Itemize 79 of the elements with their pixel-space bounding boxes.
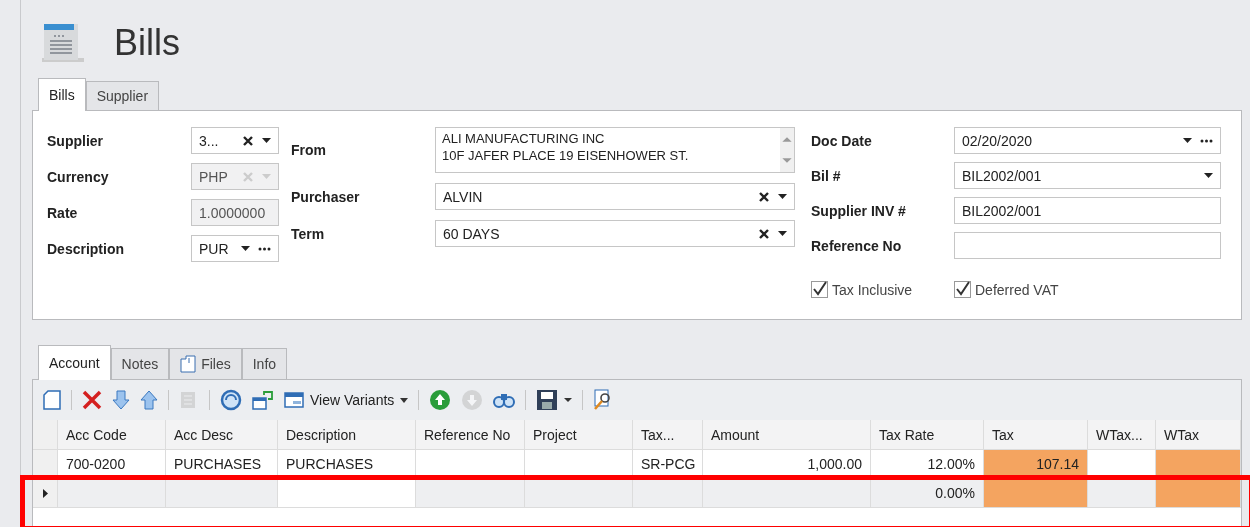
arrow-up-icon[interactable] <box>140 390 158 410</box>
tab[interactable]: Info <box>241 348 288 379</box>
scrollbar-icon[interactable] <box>780 128 794 172</box>
field-label: Doc Date <box>811 132 873 149</box>
combo-field[interactable]: 02/20/2020 <box>954 127 1221 154</box>
address-line: 10F JAFER PLACE 19 EISENHOWER ST. <box>442 147 690 164</box>
current-row-icon <box>42 488 48 498</box>
dropdown-caret-icon[interactable] <box>262 137 271 144</box>
address-line: ALI MANUFACTURING INC <box>442 130 606 147</box>
column-header[interactable]: WTax... <box>1088 420 1156 449</box>
field-label: Reference No <box>811 237 903 254</box>
save-icon[interactable] <box>536 389 573 411</box>
table-cell: 1,000.00 <box>703 450 871 478</box>
field-label: Supplier INV # <box>811 202 907 219</box>
dropdown-caret-icon[interactable] <box>778 230 787 237</box>
field-label: From <box>291 142 327 158</box>
checkbox-label: Deferred VAT <box>975 281 1059 298</box>
column-header[interactable]: WTax <box>1156 420 1241 449</box>
view-variants-button[interactable]: View Variants <box>284 391 409 409</box>
field-label: Rate <box>47 204 79 221</box>
tab[interactable]: Account <box>38 345 111 380</box>
column-header[interactable]: Tax Rate <box>871 420 984 449</box>
dropdown-caret-icon[interactable] <box>778 193 787 200</box>
combo-field[interactable]: BIL2002/001 <box>954 197 1221 224</box>
dropdown-caret-icon[interactable] <box>1204 172 1213 179</box>
field-label: Description <box>47 240 125 257</box>
document-icon <box>40 22 84 64</box>
checkbox[interactable]: Deferred VAT <box>954 281 1097 298</box>
caret-icon <box>400 397 409 403</box>
column-header[interactable]: Acc Desc <box>166 420 278 449</box>
arrow-down-icon[interactable] <box>112 390 130 410</box>
checkbox-icon[interactable] <box>811 281 828 298</box>
combo-field[interactable]: 3... <box>191 127 279 154</box>
restore-window-icon[interactable] <box>252 390 274 410</box>
table-cell: PURCHASES <box>278 450 416 478</box>
clear-icon[interactable] <box>758 190 770 203</box>
combo-field[interactable]: BIL2002/001 <box>954 162 1221 189</box>
column-header[interactable]: Acc Code <box>58 420 166 449</box>
refresh-icon[interactable] <box>220 389 242 411</box>
binoculars-icon[interactable] <box>493 391 516 409</box>
combo-field[interactable]: ALVIN <box>435 183 795 210</box>
combo-field[interactable]: 60 DAYS <box>435 220 795 247</box>
ellipsis-icon[interactable] <box>1200 138 1213 143</box>
tab[interactable]: Notes <box>110 348 170 379</box>
column-header[interactable]: Reference No <box>416 420 525 449</box>
page-title: Bills <box>114 22 180 64</box>
combo-field[interactable]: PUR <box>191 235 279 262</box>
checkbox[interactable]: Tax Inclusive <box>811 281 954 298</box>
field-label: Bil # <box>811 167 842 184</box>
address-field[interactable]: ALI MANUFACTURING INC 10F JAFER PLACE 19 EISENHOWER ST. <box>435 127 795 173</box>
column-header[interactable]: Description <box>278 420 416 449</box>
new-document-icon[interactable] <box>43 390 61 410</box>
column-header[interactable]: Tax <box>984 420 1088 449</box>
ellipsis-icon[interactable] <box>258 246 271 251</box>
clear-icon[interactable] <box>242 134 254 147</box>
attachment-icon <box>180 355 197 373</box>
tab[interactable]: Bills <box>38 78 86 111</box>
field-label: Currency <box>47 168 110 185</box>
field-label: Term <box>291 225 326 242</box>
field-label: Supplier <box>47 132 104 149</box>
clear-icon[interactable] <box>758 227 770 240</box>
combo-field[interactable] <box>954 232 1221 259</box>
column-header[interactable]: Amount <box>703 420 871 449</box>
up-circle-icon[interactable] <box>429 389 452 411</box>
dropdown-caret-icon[interactable] <box>1183 137 1192 144</box>
table-cell: SR-PCG <box>633 450 703 478</box>
dropdown-caret-icon[interactable] <box>241 245 250 252</box>
tab[interactable]: Files <box>169 348 242 379</box>
column-header[interactable]: Project <box>525 420 633 449</box>
tab[interactable]: Supplier <box>85 81 160 110</box>
checkbox-icon[interactable] <box>954 281 971 298</box>
column-header[interactable]: Tax... <box>633 420 703 449</box>
table-cell: 700-0200 <box>58 450 166 478</box>
checkbox-label: Tax Inclusive <box>832 281 913 298</box>
field-label: Purchaser <box>291 188 361 205</box>
table-cell: 107.14 <box>984 450 1088 478</box>
table-cell: PURCHASES <box>166 450 278 478</box>
window-icon <box>284 391 304 409</box>
delete-icon[interactable] <box>82 390 102 410</box>
